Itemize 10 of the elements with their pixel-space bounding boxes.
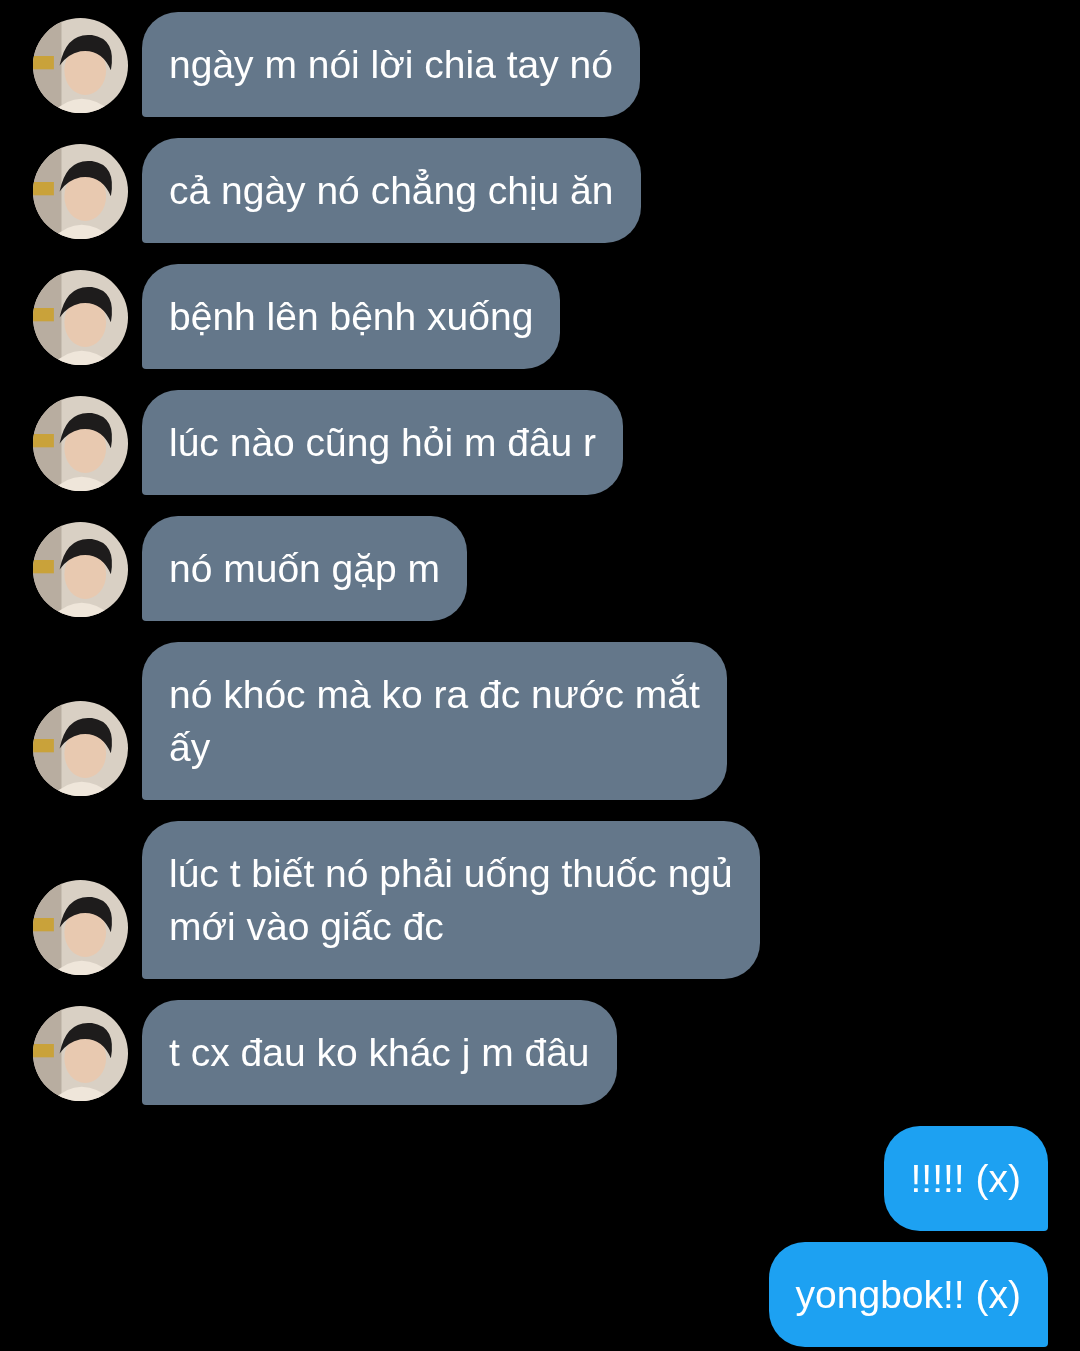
message-bubble: lúc t biết nó phải uống thuốc ngủ mới vào giấc đc <box>142 821 760 979</box>
message-bubble: nó khóc mà ko ra đc nước mắt ấy <box>142 642 727 800</box>
message-bubble: !!!!! (x) <box>883 1126 1048 1231</box>
message-bubble: bệnh lên bệnh xuống <box>142 264 561 369</box>
message-bubble: ngày m nói lời chia tay nó <box>142 12 640 117</box>
message-bubble: cả ngày nó chẳng chịu ăn <box>142 138 641 243</box>
message-bubble: nó muốn gặp m <box>142 516 467 621</box>
message-bubble: t cx đau ko khác j m đâu <box>142 1000 617 1105</box>
message-bubble: yongbok!! (x) <box>768 1242 1048 1347</box>
message-bubble: lúc nào cũng hỏi m đâu r <box>142 390 624 495</box>
